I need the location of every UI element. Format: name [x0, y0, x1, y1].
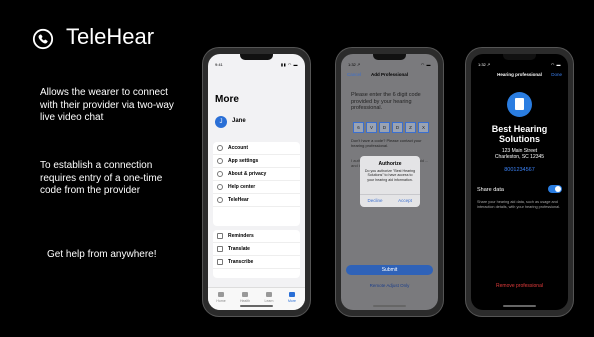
description-code: To establish a connection requires entry… — [40, 160, 163, 196]
tab-more[interactable]: More — [282, 292, 302, 303]
code-digit[interactable]: 6 — [353, 122, 364, 133]
menu-item-app-settings[interactable]: App settings — [213, 155, 300, 168]
no-code-text: Don't have a code? Please contact your h… — [351, 138, 422, 148]
menu-item-help-center[interactable]: Help center — [213, 181, 300, 194]
tab-label: Learn — [264, 299, 274, 303]
screen: 1:32 ↗ ◠ ▬ Hearing professional Done Bes… — [471, 54, 568, 310]
status-time: 1:32 ↗ — [478, 62, 491, 67]
dialog-buttons: Decline Accept — [360, 194, 420, 207]
tab-health[interactable]: Health — [235, 292, 255, 303]
toggle-knob — [555, 186, 561, 192]
document-icon — [515, 98, 524, 110]
notch — [503, 54, 536, 60]
done-button[interactable]: Done — [551, 72, 562, 77]
menu-item-account[interactable]: Account — [213, 142, 300, 155]
share-data-toggle[interactable] — [548, 185, 562, 193]
menu-item-reminders[interactable]: Reminders — [213, 230, 300, 243]
tab-label: More — [288, 299, 296, 303]
tab-label: Home — [216, 299, 226, 303]
screen: 9:41 ▮▮ ◠ ▬ More J Jane Account App sett… — [208, 54, 305, 310]
menu-item-label: App settings — [228, 158, 259, 164]
status-time: 1:32 ↗ — [348, 62, 361, 67]
calendar-icon — [217, 233, 223, 239]
provider-name: Best Hearing Solutions — [491, 124, 548, 144]
dialog-body: Do you authorize "Best Hearing Solutions… — [364, 169, 416, 182]
translate-icon — [217, 246, 223, 252]
dialog-title: Authorize — [378, 161, 402, 167]
menu-item-label: About & privacy — [228, 171, 267, 177]
slide-title: TeleHear — [66, 24, 155, 49]
provider-address: 123 Main Street Charleston, SC 12345 — [471, 148, 568, 160]
question-icon — [217, 184, 223, 190]
code-instruction: Please enter the 6 digit code provided b… — [351, 92, 421, 111]
remote-adjust-link[interactable]: Remote Adjust Only — [341, 283, 438, 288]
submit-button[interactable]: Submit — [346, 265, 433, 275]
heart-icon — [242, 292, 248, 297]
share-data-label: Share data — [477, 187, 504, 193]
menu-item-label: Reminders — [228, 233, 254, 239]
gear-icon — [217, 158, 223, 164]
clinic-icon — [507, 92, 532, 117]
transcribe-icon — [217, 259, 223, 265]
tab-home[interactable]: Home — [211, 292, 231, 303]
menu-item-translate[interactable]: Translate — [213, 243, 300, 256]
notch — [373, 54, 406, 60]
nav-title: Add Professional — [370, 72, 408, 77]
code-digit[interactable]: Z — [405, 122, 416, 133]
avatar[interactable]: J — [215, 116, 227, 128]
info-icon — [217, 171, 223, 177]
tab-label: Health — [239, 299, 251, 303]
phone-circle-icon — [32, 28, 54, 50]
menu-item-label: TeleHear — [228, 197, 249, 203]
home-indicator — [373, 305, 406, 307]
code-digit[interactable]: D — [379, 122, 390, 133]
description-help: Get help from anywhere! — [47, 249, 157, 260]
page-title: More — [215, 94, 239, 105]
menu-card-2: Reminders Translate Transcribe — [213, 230, 300, 278]
menu-icon — [289, 292, 295, 297]
phone-add-professional-screen: 1:32 ↗ ◠ ▬ Cancel Add Professional Pleas… — [336, 48, 443, 316]
description-connect: Allows the wearer to connect with their … — [40, 87, 174, 123]
menu-card: Account App settings About & privacy Hel… — [213, 142, 300, 226]
provider-phone-link[interactable]: 8001234567 — [471, 167, 568, 173]
phone-hearing-professional-screen: 1:32 ↗ ◠ ▬ Hearing professional Done Bes… — [466, 48, 573, 316]
status-time: 9:41 — [215, 62, 223, 67]
notch — [240, 54, 273, 60]
menu-item-label: Transcribe — [228, 259, 254, 265]
screen: 1:32 ↗ ◠ ▬ Cancel Add Professional Pleas… — [341, 54, 438, 310]
code-digit[interactable]: D — [392, 122, 403, 133]
phone-icon — [217, 197, 223, 203]
menu-item-about-privacy[interactable]: About & privacy — [213, 168, 300, 181]
menu-item-label: Translate — [228, 246, 250, 252]
status-icons: ◠ ▬ — [420, 62, 431, 67]
menu-item-label: Help center — [228, 184, 256, 190]
book-icon — [266, 292, 272, 297]
menu-item-label: Account — [228, 145, 248, 151]
home-indicator — [503, 305, 536, 307]
accept-button[interactable]: Accept — [390, 198, 420, 203]
slide: TeleHear Allows the wearer to connect wi… — [0, 0, 594, 337]
home-indicator — [240, 305, 273, 307]
menu-item-telehear[interactable]: TeleHear — [213, 194, 300, 207]
code-input[interactable]: 6VDDZX — [353, 122, 431, 133]
menu-item-transcribe[interactable]: Transcribe — [213, 256, 300, 269]
decline-button[interactable]: Decline — [360, 198, 390, 203]
share-data-description: Share your hearing aid data, such as usa… — [477, 200, 561, 209]
remove-professional-button[interactable]: Remove professional — [471, 283, 568, 289]
code-digit[interactable]: X — [418, 122, 429, 133]
person-icon — [217, 145, 223, 151]
tab-learn[interactable]: Learn — [259, 292, 279, 303]
address-line-2: Charleston, SC 12345 — [494, 154, 545, 160]
status-icons: ▮▮ ◠ ▬ — [280, 62, 298, 67]
authorize-dialog: Authorize Do you authorize "Best Hearing… — [360, 156, 420, 207]
phone-more-screen: 9:41 ▮▮ ◠ ▬ More J Jane Account App sett… — [203, 48, 310, 316]
code-digit[interactable]: V — [366, 122, 377, 133]
home-icon — [218, 292, 224, 297]
user-name: Jane — [232, 118, 246, 124]
status-icons: ◠ ▬ — [550, 62, 561, 67]
